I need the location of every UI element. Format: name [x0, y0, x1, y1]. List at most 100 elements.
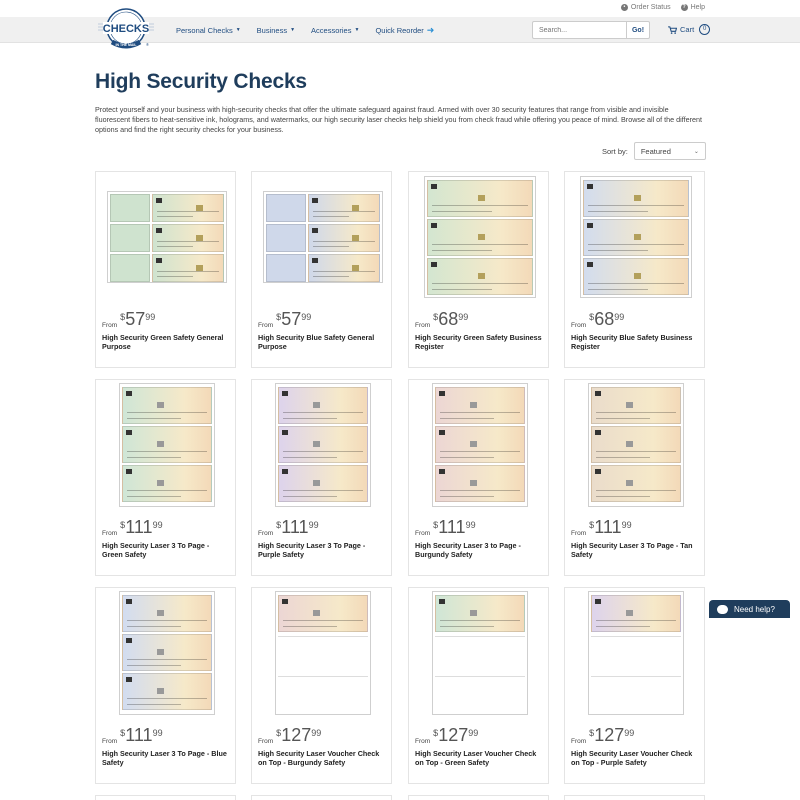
product-image — [118, 591, 215, 715]
product-card[interactable] — [564, 795, 705, 800]
product-image-wrap[interactable] — [96, 588, 237, 718]
product-image — [274, 383, 371, 507]
need-help-tab[interactable]: Need help? — [709, 600, 790, 618]
product-card[interactable]: From $111 99 High Security Laser 3 To Page … — [95, 379, 236, 576]
nav-item-quick-reorder[interactable]: Quick Reorder ➜ — [375, 25, 434, 35]
checks-in-the-mail-logo[interactable]: CHECKS IN THE MAIL ® — [95, 8, 157, 52]
product-image — [431, 383, 528, 507]
product-card[interactable] — [251, 795, 392, 800]
product-image-wrap[interactable] — [565, 380, 706, 510]
product-name-link[interactable]: High Security Laser Voucher Check on Top… — [571, 749, 701, 767]
price-cents: 99 — [468, 728, 479, 738]
product-card[interactable]: From $111 99 High Security Laser 3 To Page … — [95, 587, 236, 784]
product-price: From $127 99 — [415, 726, 478, 745]
price-from: From — [415, 738, 431, 745]
main-nav-menu: Personal Checks ▼ Business ▼ Accessories ▼ Qui… — [176, 17, 434, 43]
product-image — [423, 176, 536, 298]
product-card[interactable] — [95, 795, 236, 800]
price-whole: 127 — [438, 725, 469, 745]
clock-icon: • — [620, 4, 628, 11]
product-name-link[interactable]: High Security Blue Safety General Purpos… — [258, 333, 388, 351]
chat-bubble-icon — [717, 604, 728, 614]
nav-item-business[interactable]: Business ▼ — [257, 26, 295, 35]
product-image-wrap[interactable] — [409, 172, 550, 302]
price-from: From — [415, 530, 431, 537]
price-whole: 111 — [125, 725, 153, 745]
svg-text:®: ® — [146, 42, 149, 47]
price-whole: 68 — [594, 309, 615, 329]
price-cents: 99 — [624, 728, 635, 738]
product-name-link[interactable]: High Security Laser 3 To Page - Purple S… — [258, 541, 388, 559]
product-card[interactable]: From $111 99 High Security Laser 3 To Page … — [564, 379, 705, 576]
product-image — [431, 591, 528, 715]
product-card[interactable]: From $57 99 High Security Blue Safety Gener… — [251, 171, 392, 368]
product-name-link[interactable]: High Security Green Safety General Purpo… — [102, 333, 232, 351]
product-card[interactable]: From $127 99 High Security Laser Voucher Ch… — [251, 587, 392, 784]
price-whole: 111 — [438, 517, 466, 537]
price-from: From — [571, 530, 587, 537]
product-image-wrap[interactable] — [409, 588, 550, 718]
product-name-link[interactable]: High Security Laser 3 To Page - Tan Safe… — [571, 541, 701, 559]
product-image-wrap[interactable] — [252, 380, 393, 510]
product-image-wrap[interactable] — [565, 172, 706, 302]
order-status-link[interactable]: • Order Status — [620, 4, 671, 11]
product-card[interactable]: From $68 99 High Security Blue Safety Busin… — [564, 171, 705, 368]
price-cents: 99 — [308, 520, 319, 530]
price-from: From — [102, 530, 118, 537]
product-name-link[interactable]: High Security Laser Voucher Check on Top… — [258, 749, 388, 767]
product-image-wrap[interactable] — [96, 172, 237, 302]
product-name-link[interactable]: High Security Green Safety Business Regi… — [415, 333, 545, 351]
cart-link[interactable]: Cart 0 — [668, 24, 711, 35]
product-card[interactable]: From $68 99 High Security Green Safety Busi… — [408, 171, 549, 368]
price-from: From — [571, 738, 587, 745]
product-image — [587, 383, 684, 507]
price-cents: 99 — [465, 520, 476, 530]
chevron-down-icon: ⌄ — [693, 148, 699, 155]
search-input[interactable] — [532, 21, 626, 39]
product-image-wrap[interactable] — [96, 380, 237, 510]
product-name-link[interactable]: High Security Laser 3 To Page - Green Sa… — [102, 541, 232, 559]
price-from: From — [258, 530, 274, 537]
product-card[interactable]: From $111 99 High Security Laser 3 To Page … — [251, 379, 392, 576]
product-price: From $127 99 — [258, 726, 321, 745]
product-price: From $111 99 — [415, 518, 476, 537]
question-icon: ? — [680, 4, 688, 11]
price-cents: 99 — [152, 520, 163, 530]
search-form: Go! — [532, 21, 650, 39]
price-from: From — [258, 738, 274, 745]
product-name-link[interactable]: High Security Laser 3 to Page - Burgundy… — [415, 541, 545, 559]
product-image-wrap[interactable] — [565, 588, 706, 718]
product-image-wrap[interactable] — [409, 380, 550, 510]
sort-select[interactable]: Featured ⌄ — [633, 142, 706, 160]
caret-down-icon: ▼ — [290, 27, 296, 33]
product-card[interactable]: From $57 99 High Security Green Safety Gene… — [95, 171, 236, 368]
product-name-link[interactable]: High Security Blue Safety Business Regis… — [571, 333, 701, 351]
price-whole: 111 — [125, 517, 153, 537]
product-price: From $111 99 — [571, 518, 632, 537]
sort-label: Sort by: — [602, 146, 628, 156]
price-from: From — [102, 738, 118, 745]
help-link[interactable]: ? Help — [680, 4, 705, 11]
product-card[interactable]: From $111 99 High Security Laser 3 to Page … — [408, 379, 549, 576]
price-from: From — [258, 322, 274, 329]
product-name-link[interactable]: High Security Laser 3 To Page - Blue Saf… — [102, 749, 232, 767]
nav-item-accessories[interactable]: Accessories ▼ — [311, 26, 359, 35]
product-image-wrap[interactable] — [252, 588, 393, 718]
product-image — [274, 591, 371, 715]
caret-down-icon: ▼ — [354, 27, 360, 33]
page-title: High Security Checks — [95, 70, 307, 93]
price-cents: 99 — [458, 312, 469, 322]
product-name-link[interactable]: High Security Laser Voucher Check on Top… — [415, 749, 545, 767]
cart-count-badge: 0 — [699, 24, 711, 35]
price-whole: 57 — [281, 309, 302, 329]
price-cents: 99 — [301, 312, 312, 322]
search-button[interactable]: Go! — [626, 21, 650, 39]
product-card[interactable] — [408, 795, 549, 800]
product-card[interactable]: From $127 99 High Security Laser Voucher Ch… — [564, 587, 705, 784]
nav-item-personal-checks[interactable]: Personal Checks ▼ — [176, 26, 241, 35]
product-image — [579, 176, 692, 298]
price-whole: 127 — [594, 725, 625, 745]
price-cents: 99 — [152, 728, 163, 738]
product-card[interactable]: From $127 99 High Security Laser Voucher Ch… — [408, 587, 549, 784]
product-image-wrap[interactable] — [252, 172, 393, 302]
